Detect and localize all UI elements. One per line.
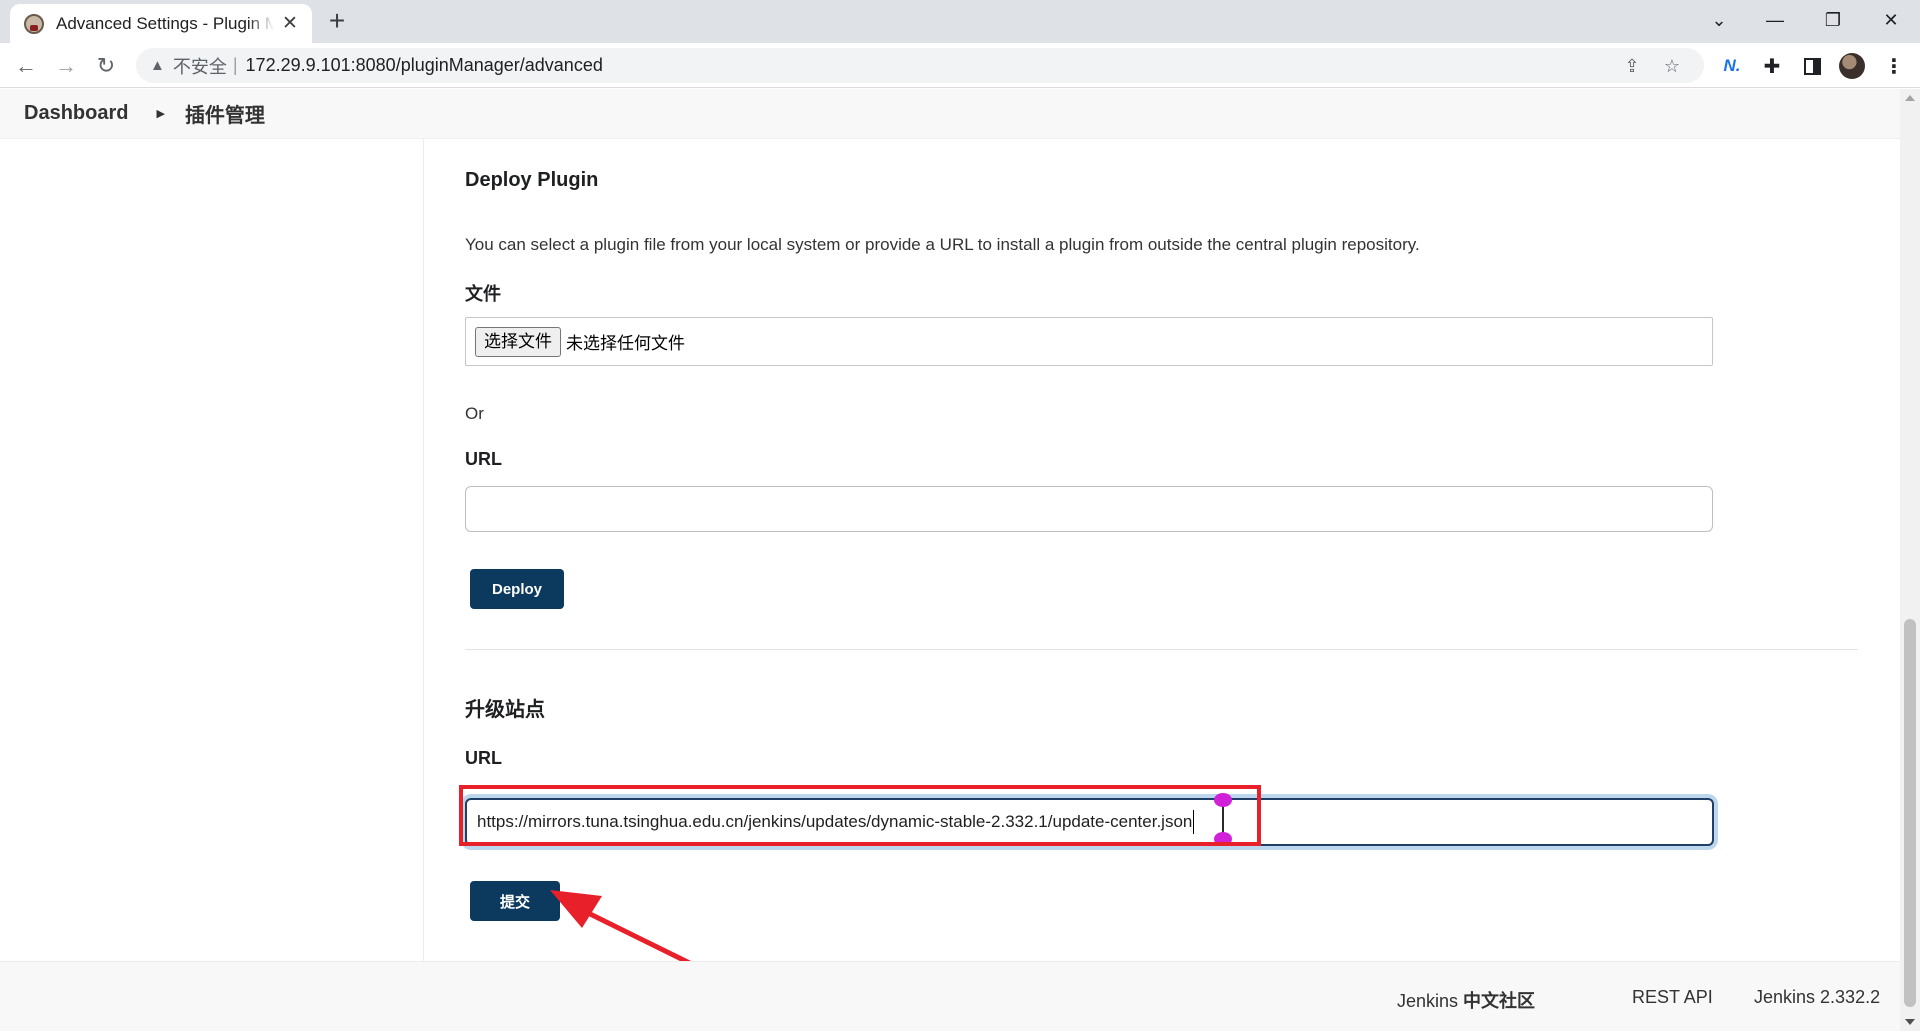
close-window-button[interactable]: ✕ [1862,0,1920,40]
new-tab-button[interactable]: + [322,7,352,37]
reload-icon[interactable]: ↻ [90,50,122,82]
deploy-description: You can select a plugin file from your l… [465,235,1420,254]
address-bar[interactable]: ▲ 不安全 | 172.29.9.101:8080/pluginManager/… [136,48,1704,83]
footer-community-prefix: Jenkins [1397,991,1464,1011]
footer-community-bold: 中文社区 [1463,991,1536,1011]
browser-tab[interactable]: Advanced Settings - Plugin Manager ✕ [10,4,312,43]
tab-close-icon[interactable]: ✕ [280,12,300,35]
back-arrow-icon[interactable]: ← [10,50,42,82]
warning-icon[interactable]: ▲ [150,57,165,74]
address-separator: | [232,55,238,75]
update-site-heading: 升级站点 [465,699,545,721]
side-panel-icon[interactable] [1798,52,1826,80]
deploy-url-label: URL [465,449,502,469]
star-icon[interactable]: ☆ [1660,54,1684,78]
share-icon[interactable]: ⇪ [1620,54,1644,78]
tab-search-chevron-icon[interactable]: ⌄ [1690,0,1748,40]
footer-version-link[interactable]: Jenkins 2.332.2 [1754,987,1880,1008]
tab-strip: Advanced Settings - Plugin Manager ✕ + ⌄… [0,0,1920,43]
breadcrumb-dashboard[interactable]: Dashboard [24,102,128,125]
page-footer: Jenkins 中文社区 REST API Jenkins 2.332.2 [0,961,1900,1031]
address-url[interactable]: 172.29.9.101:8080/pluginManager/advanced [246,55,603,76]
forward-arrow-icon[interactable]: → [50,50,82,82]
tab-title: Advanced Settings - Plugin Manager [56,13,274,33]
scrollbar-thumb[interactable] [1904,619,1916,1007]
restore-button[interactable]: ❐ [1804,0,1862,40]
breadcrumb-arrow-icon[interactable]: ▶ [156,107,164,120]
breadcrumb: Dashboard ▶ 插件管理 [0,89,1900,139]
puzzle-icon[interactable]: ✚ [1758,52,1786,80]
file-status: 未选择任何文件 [566,334,685,353]
browser-toolbar: ← → ↻ ▲ 不安全 | 172.29.9.101:8080/pluginMa… [0,43,1920,88]
annotation-highlight-box [459,785,1261,846]
section-divider [465,649,1858,650]
or-text: Or [465,404,484,423]
file-label: 文件 [465,284,501,304]
scroll-up-icon[interactable] [1905,95,1915,101]
breadcrumb-plugin-manager[interactable]: 插件管理 [185,99,265,128]
jenkins-favicon-icon [24,13,44,34]
page-scrollbar[interactable] [1900,89,1920,1031]
minimize-button[interactable]: — [1746,0,1804,40]
deploy-button[interactable]: Deploy [470,569,564,609]
side-panel [0,139,424,961]
more-menu-icon[interactable]: ⋮ [1880,52,1908,80]
profile-avatar[interactable] [1838,52,1866,80]
insecure-label: 不安全 [172,56,227,77]
update-site-url-label: URL [465,748,502,768]
choose-file-button[interactable]: 选择文件 [475,326,561,357]
deploy-url-input[interactable] [465,486,1713,532]
deploy-plugin-heading: Deploy Plugin [465,169,599,191]
footer-rest-api-link[interactable]: REST API [1632,987,1713,1008]
scroll-down-icon[interactable] [1905,1019,1915,1025]
file-input[interactable]: 选择文件 未选择任何文件 [465,317,1713,366]
extension-n-icon[interactable]: N. [1718,52,1746,80]
footer-community-link[interactable]: Jenkins 中文社区 [1397,987,1535,1013]
